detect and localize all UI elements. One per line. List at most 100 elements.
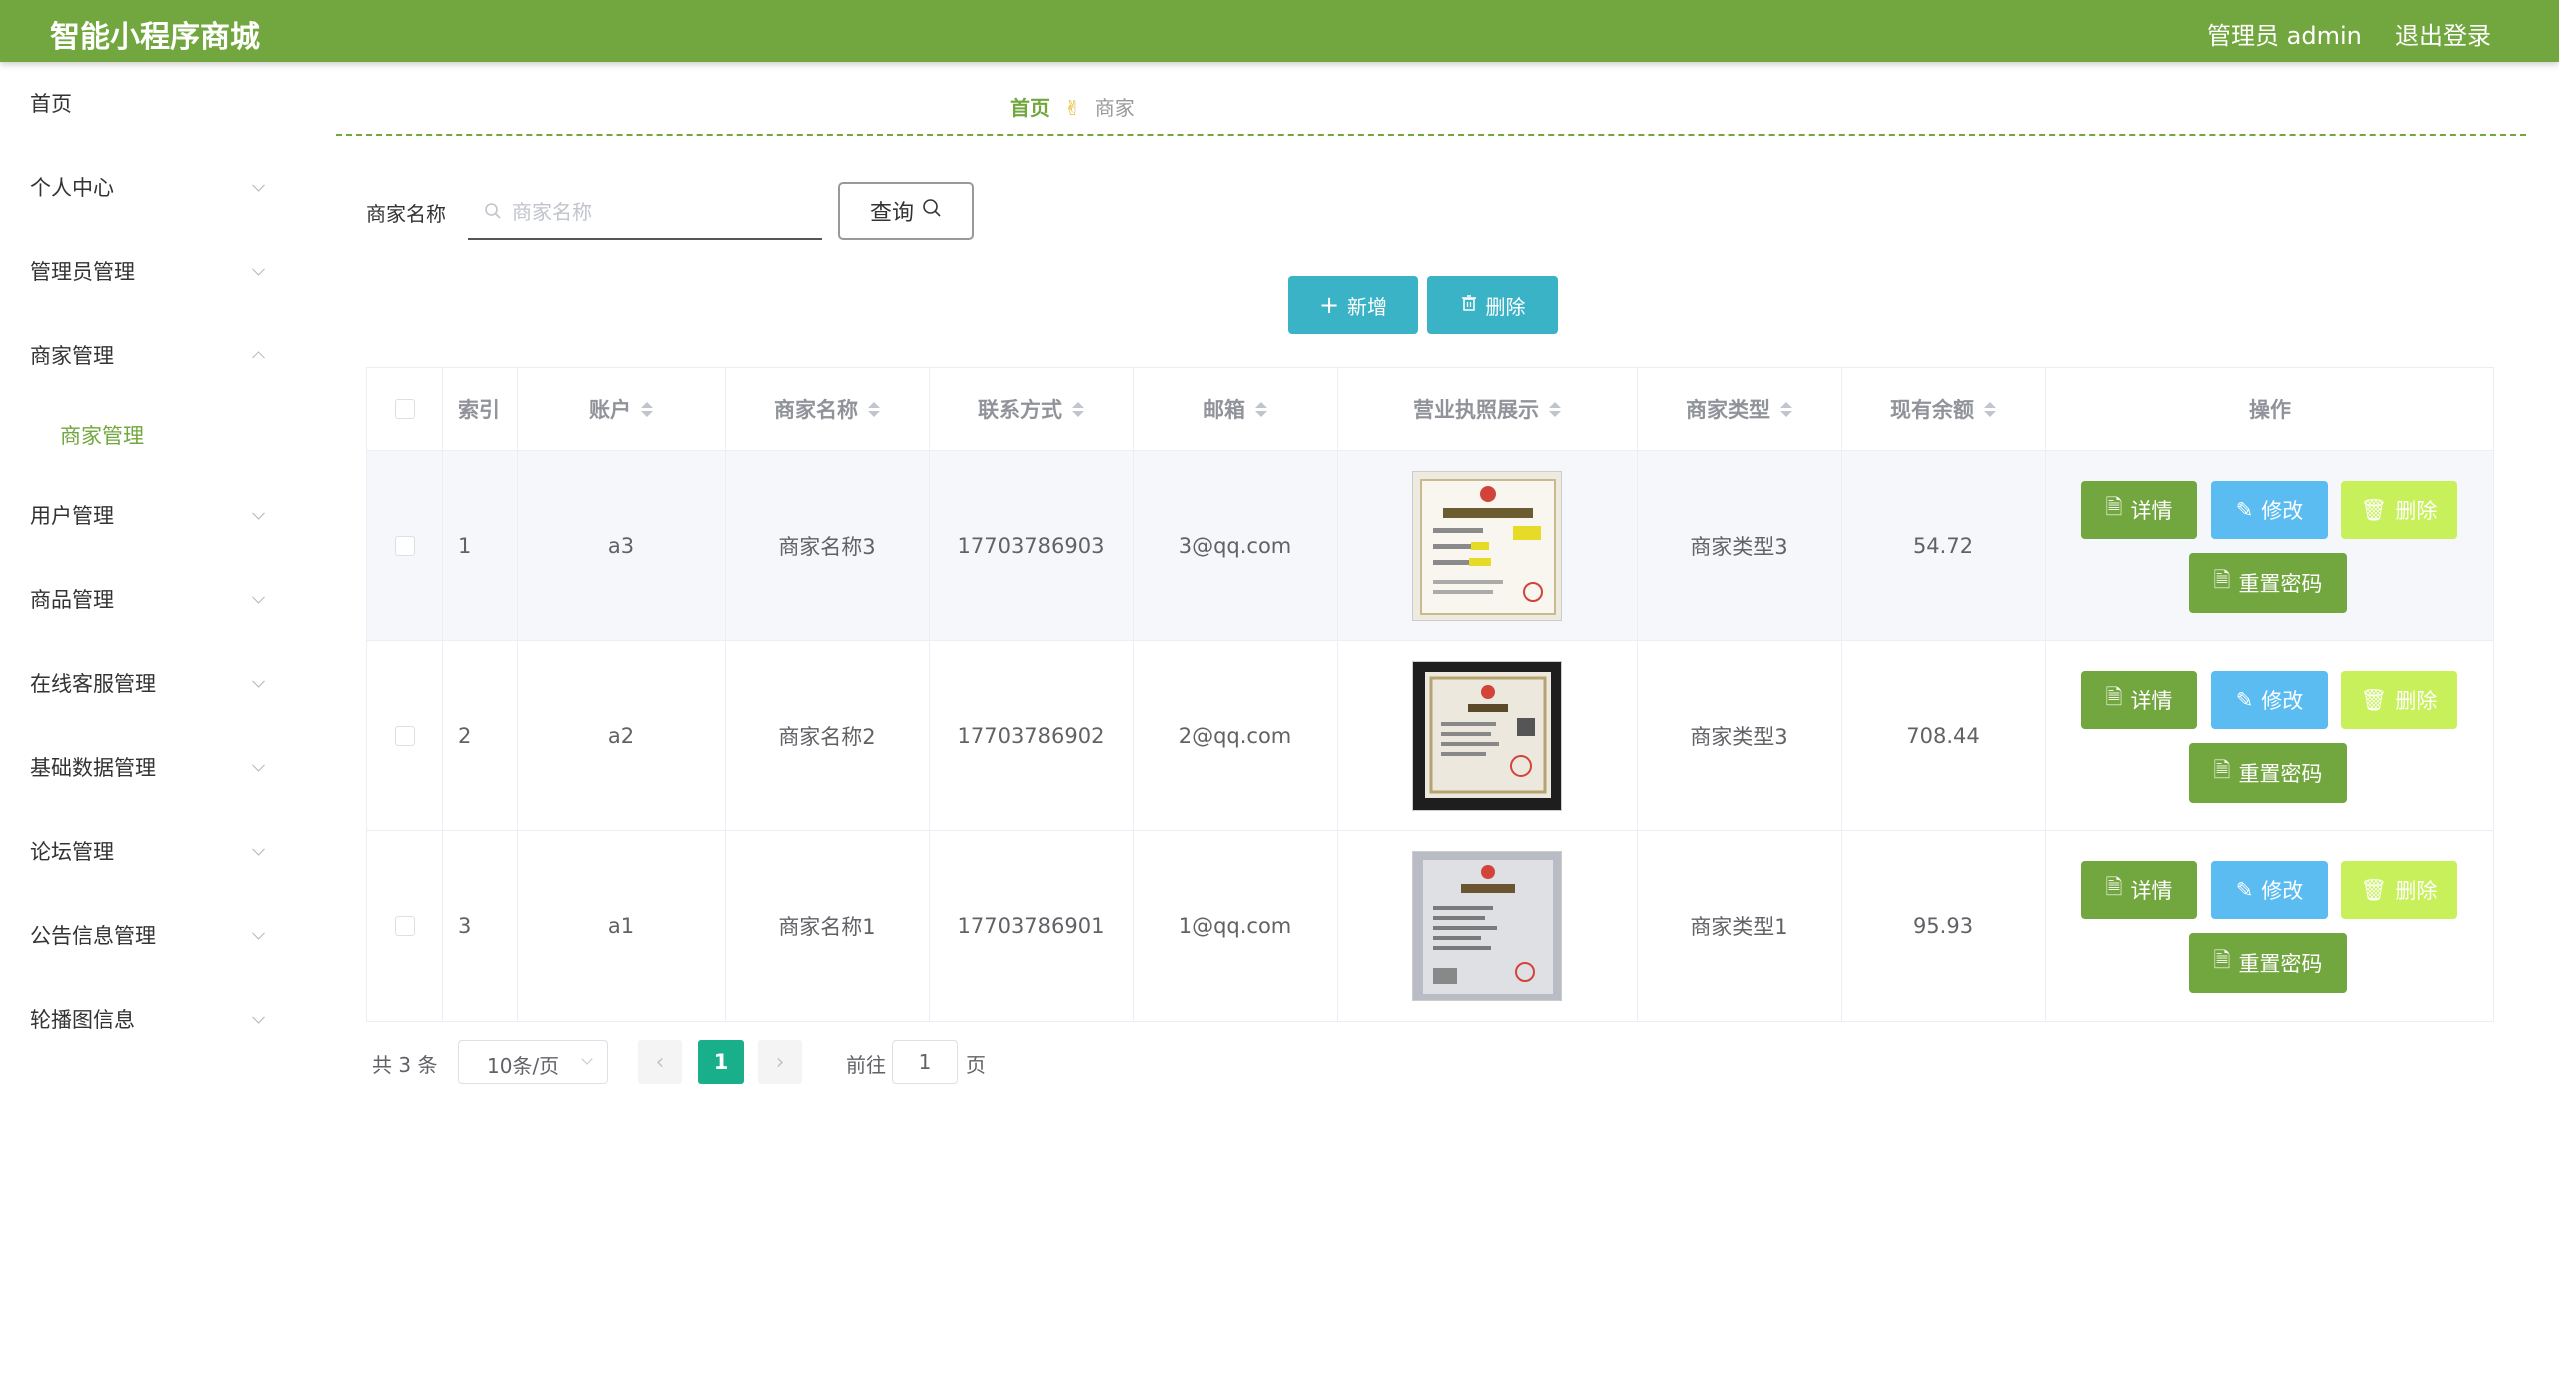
col-header-account[interactable]: 账户 bbox=[517, 368, 725, 450]
search-label: 商家名称 bbox=[366, 202, 446, 226]
col-header-name[interactable]: 商家名称 bbox=[725, 368, 929, 450]
row-checkbox[interactable] bbox=[394, 536, 415, 556]
cell-type: 商家类型3 bbox=[1690, 535, 1788, 559]
prev-page-button[interactable]: ‹ bbox=[638, 1040, 682, 1084]
sidebar-item-merchant-management[interactable]: 商家管理 bbox=[0, 320, 300, 390]
edit-button[interactable]: ✎ 修改 bbox=[2211, 861, 2328, 919]
sidebar-item-base-data[interactable]: 基础数据管理 bbox=[0, 732, 300, 802]
sidebar-item-personal-center[interactable]: 个人中心 bbox=[0, 152, 300, 222]
document-icon: 🗎 bbox=[2105, 494, 2123, 519]
col-header-label: 商家类型 bbox=[1686, 398, 1770, 422]
col-header-type[interactable]: 商家类型 bbox=[1637, 368, 1841, 450]
breadcrumb-home[interactable]: 首页 bbox=[1010, 96, 1050, 120]
app-title: 智能小程序商城 bbox=[50, 20, 260, 55]
reset-password-label: 重置密码 bbox=[2238, 952, 2323, 976]
column-divider bbox=[517, 368, 518, 1021]
cell-index: 1 bbox=[458, 534, 472, 558]
cell-email: 2@qq.com bbox=[1178, 724, 1292, 748]
table-row: 3 a1 商家名称1 17703786901 1@qq.com 商家类型1 95… bbox=[367, 830, 2493, 1021]
sidebar-item-admin-management[interactable]: 管理员管理 bbox=[0, 236, 300, 306]
col-header-index: 索引 bbox=[442, 368, 517, 450]
trash-icon: 🗑 bbox=[2360, 877, 2388, 902]
sidebar-item-product-management[interactable]: 商品管理 bbox=[0, 564, 300, 634]
sidebar-item-label: 轮播图信息 bbox=[30, 1008, 135, 1032]
sidebar-subitem-merchant-management[interactable]: 商家管理 bbox=[0, 400, 300, 470]
sidebar-item-label: 商家管理 bbox=[30, 344, 114, 368]
sidebar-item-label: 个人中心 bbox=[30, 176, 114, 200]
detail-button[interactable]: 🗎 详情 bbox=[2081, 481, 2197, 539]
edit-button[interactable]: ✎ 修改 bbox=[2211, 671, 2328, 729]
sidebar-item-label: 管理员管理 bbox=[30, 260, 135, 284]
cell-name: 商家名称2 bbox=[778, 725, 876, 749]
trash-icon bbox=[1460, 293, 1478, 317]
sidebar-item-carousel[interactable]: 轮播图信息 bbox=[0, 984, 300, 1054]
cell-type: 商家类型3 bbox=[1690, 725, 1788, 749]
cell-license bbox=[1337, 641, 1637, 831]
logout-link[interactable]: 退出登录 bbox=[2395, 16, 2491, 51]
col-header-email[interactable]: 邮箱 bbox=[1133, 368, 1337, 450]
page-number-active[interactable]: 1 bbox=[698, 1040, 744, 1084]
pagination-total: 共 3 条 bbox=[372, 1053, 438, 1077]
col-header-license[interactable]: 营业执照展示 bbox=[1337, 368, 1637, 450]
reset-password-button[interactable]: 🗎 重置密码 bbox=[2189, 553, 2347, 613]
license-image[interactable] bbox=[1412, 851, 1562, 1001]
col-header-actions: 操作 bbox=[2045, 368, 2495, 450]
next-page-button[interactable]: › bbox=[758, 1040, 802, 1084]
query-button-label: 查询 bbox=[869, 201, 914, 226]
sidebar-item-online-service[interactable]: 在线客服管理 bbox=[0, 648, 300, 718]
edit-button-label: 修改 bbox=[2261, 499, 2304, 523]
goto-page-input[interactable] bbox=[892, 1040, 958, 1084]
trash-icon: 🗑 bbox=[2360, 687, 2388, 712]
delete-button-label: 删除 bbox=[2395, 499, 2438, 523]
delete-button[interactable]: 🗑 删除 bbox=[2341, 861, 2457, 919]
document-icon: 🗎 bbox=[2213, 567, 2231, 592]
delete-button-label: 删除 bbox=[2395, 689, 2438, 713]
detail-button[interactable]: 🗎 详情 bbox=[2081, 671, 2197, 729]
col-header-balance[interactable]: 现有余额 bbox=[1841, 368, 2045, 450]
document-icon: 🗎 bbox=[2105, 874, 2123, 899]
reset-password-button[interactable]: 🗎 重置密码 bbox=[2189, 743, 2347, 803]
detail-button-label: 详情 bbox=[2130, 879, 2173, 903]
pencil-icon: ✎ bbox=[2235, 878, 2254, 902]
edit-button-label: 修改 bbox=[2261, 879, 2304, 903]
batch-delete-button[interactable]: 删除 bbox=[1427, 276, 1558, 334]
divider bbox=[336, 134, 2526, 136]
goto-label: 前往 bbox=[846, 1053, 886, 1077]
edit-button[interactable]: ✎ 修改 bbox=[2211, 481, 2328, 539]
reset-password-label: 重置密码 bbox=[2238, 762, 2323, 786]
page-suffix-label: 页 bbox=[966, 1053, 986, 1077]
detail-button[interactable]: 🗎 详情 bbox=[2081, 861, 2197, 919]
sidebar: 首页 个人中心 管理员管理 商家管理 商家管理 用户管理 商品管理 在线客服管理… bbox=[0, 62, 300, 1399]
license-image[interactable] bbox=[1412, 661, 1562, 811]
chevron-down-icon bbox=[252, 674, 265, 688]
cell-account: a2 bbox=[607, 724, 635, 748]
search-icon bbox=[922, 198, 942, 224]
hand-icon: ✌ bbox=[1064, 96, 1081, 120]
column-divider bbox=[442, 368, 443, 1021]
col-header-phone[interactable]: 联系方式 bbox=[929, 368, 1133, 450]
add-button[interactable]: + 新增 bbox=[1288, 276, 1418, 334]
chevron-down-icon bbox=[252, 926, 265, 940]
pencil-icon: ✎ bbox=[2235, 688, 2254, 712]
cell-name: 商家名称3 bbox=[778, 535, 876, 559]
select-all-checkbox[interactable] bbox=[394, 399, 415, 419]
delete-button[interactable]: 🗑 删除 bbox=[2341, 671, 2457, 729]
sidebar-item-home[interactable]: 首页 bbox=[0, 68, 300, 138]
plus-icon: + bbox=[1318, 291, 1340, 319]
row-checkbox[interactable] bbox=[394, 726, 415, 746]
sidebar-item-forum[interactable]: 论坛管理 bbox=[0, 816, 300, 886]
row-checkbox[interactable] bbox=[394, 916, 415, 936]
license-image[interactable] bbox=[1412, 471, 1562, 621]
cell-phone: 17703786903 bbox=[957, 534, 1105, 558]
page-size-select[interactable]: 10条/页 bbox=[458, 1040, 608, 1084]
delete-button[interactable]: 🗑 删除 bbox=[2341, 481, 2457, 539]
add-button-label: 新增 bbox=[1347, 294, 1388, 319]
header-checkbox-cell bbox=[367, 368, 442, 450]
query-button[interactable]: 查询 bbox=[838, 182, 974, 240]
cell-balance: 708.44 bbox=[1906, 724, 1980, 748]
admin-user-label: 管理员 admin bbox=[2207, 22, 2362, 50]
search-input[interactable] bbox=[510, 194, 814, 230]
sidebar-item-announcements[interactable]: 公告信息管理 bbox=[0, 900, 300, 970]
reset-password-button[interactable]: 🗎 重置密码 bbox=[2189, 933, 2347, 993]
sidebar-item-user-management[interactable]: 用户管理 bbox=[0, 480, 300, 550]
